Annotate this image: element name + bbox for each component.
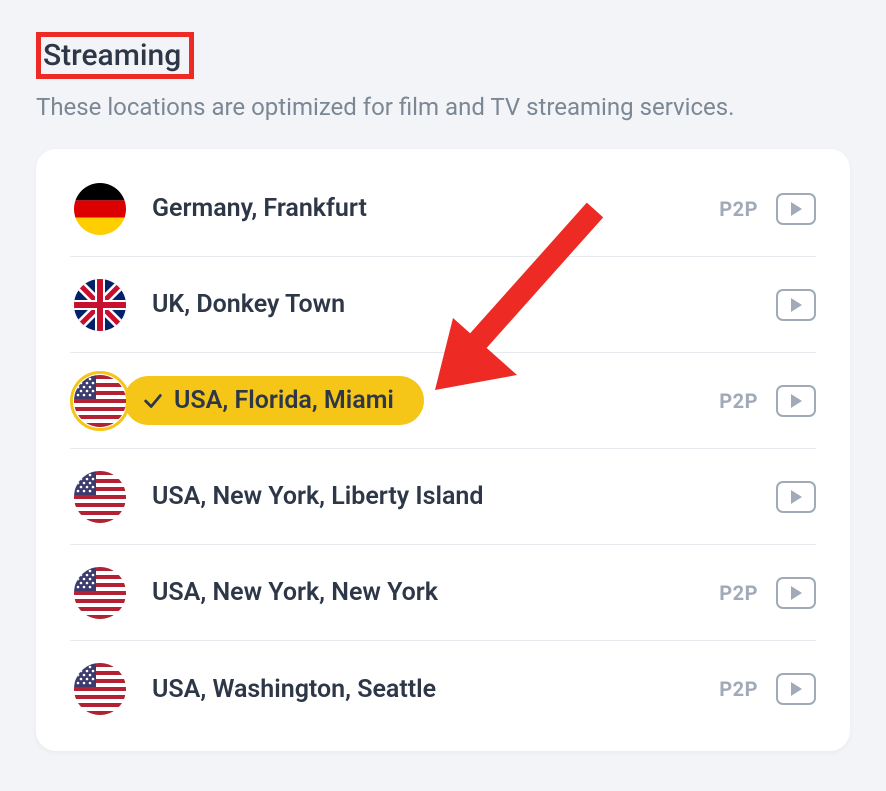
flag-icon (70, 179, 130, 239)
flag-icon (70, 275, 130, 335)
locations-list: Germany, Frankfurt P2P UK, Donkey Town P… (36, 149, 850, 751)
location-row[interactable]: USA, New York, Liberty Island P2P (70, 449, 816, 545)
flag-icon (70, 467, 130, 527)
play-button[interactable] (776, 385, 816, 417)
location-name: Germany, Frankfurt (152, 194, 367, 223)
p2p-badge: P2P (719, 389, 758, 413)
location-row[interactable]: USA, Washington, Seattle P2P (70, 641, 816, 737)
play-button[interactable] (776, 481, 816, 513)
location-name: USA, Florida, Miami (174, 386, 394, 415)
play-button[interactable] (776, 289, 816, 321)
section-subtitle: These locations are optimized for film a… (36, 93, 850, 121)
location-name: UK, Donkey Town (152, 290, 345, 319)
play-button[interactable] (776, 193, 816, 225)
p2p-badge: P2P (719, 677, 758, 701)
location-row[interactable]: USA, New York, New York P2P (70, 545, 816, 641)
p2p-badge: P2P (719, 197, 758, 221)
play-button[interactable] (776, 673, 816, 705)
location-name: USA, New York, New York (152, 578, 438, 607)
location-row[interactable]: Germany, Frankfurt P2P (70, 161, 816, 257)
flag-icon (70, 563, 130, 623)
play-button[interactable] (776, 577, 816, 609)
flag-icon (70, 659, 130, 719)
location-name: USA, New York, Liberty Island (152, 482, 483, 511)
check-icon (142, 390, 164, 412)
location-row[interactable]: UK, Donkey Town P2P (70, 257, 816, 353)
flag-icon (70, 371, 130, 431)
location-row[interactable]: USA, Florida, Miami P2P (70, 353, 816, 449)
p2p-badge: P2P (719, 581, 758, 605)
section-title: Streaming (36, 32, 194, 79)
location-name: USA, Washington, Seattle (152, 675, 436, 704)
